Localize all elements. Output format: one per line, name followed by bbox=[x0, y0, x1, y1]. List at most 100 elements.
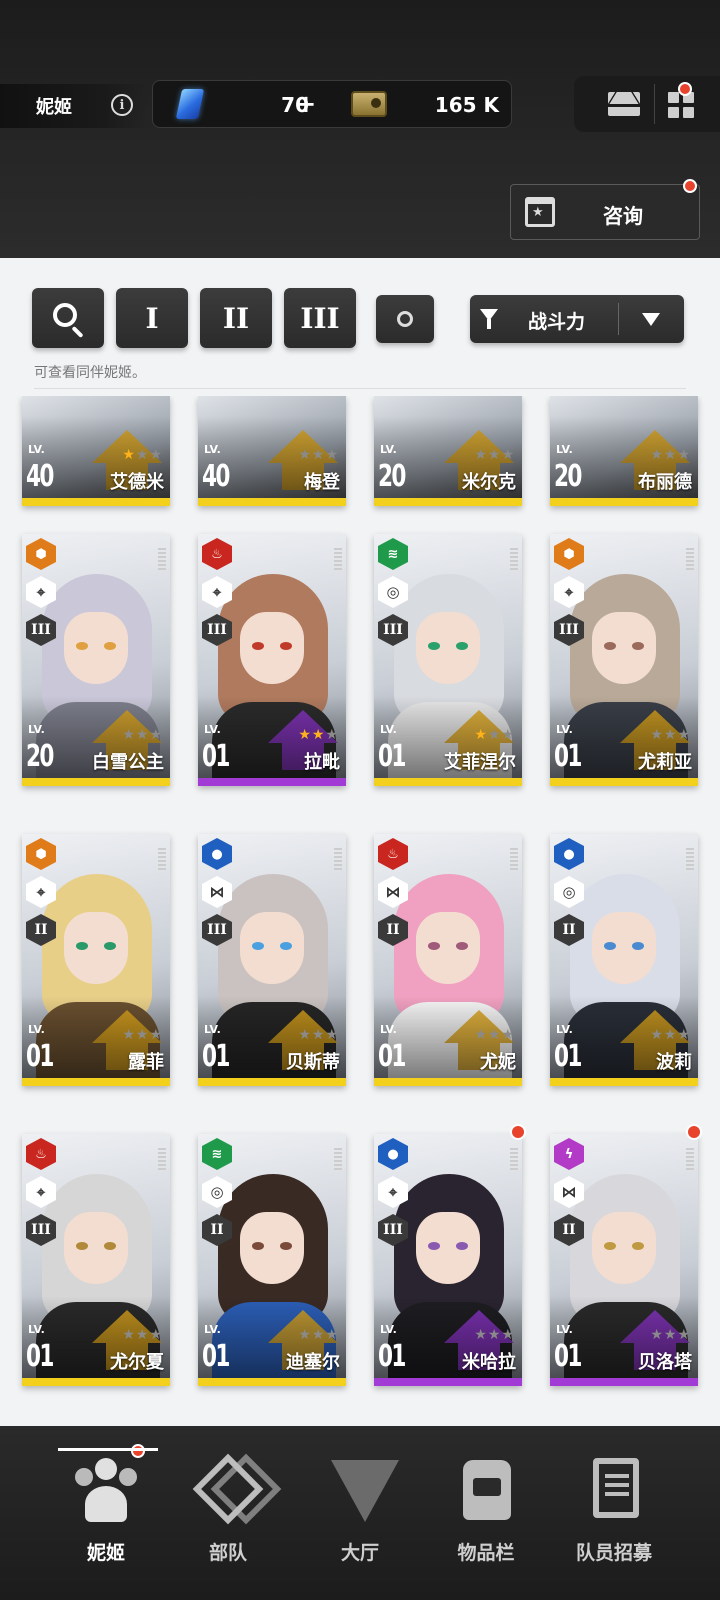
filter-all-button[interactable] bbox=[376, 295, 434, 343]
character-card[interactable]: ⬢ ⌖ III LV. 20 ★ ★ ★ 白雪公主 bbox=[22, 534, 170, 786]
character-badges: ⬢ ⌖ III bbox=[554, 538, 584, 646]
character-name: 艾菲涅尔 bbox=[444, 752, 516, 773]
star-rating: ★ ★ ★ bbox=[122, 1028, 162, 1042]
element-icon: ≋ bbox=[202, 1138, 232, 1170]
star-rating: ★ ★ ★ bbox=[650, 1328, 690, 1342]
currency-bar: 70 + 165 K bbox=[152, 80, 512, 128]
level-label: LV. bbox=[204, 723, 221, 736]
character-badges: ● ⌖ III bbox=[378, 1138, 408, 1246]
rarity-bar bbox=[374, 1378, 522, 1386]
character-card[interactable]: LV. 20 ★ ★ ★ 布丽德 bbox=[550, 396, 698, 506]
rarity-bar bbox=[550, 1378, 698, 1386]
character-card[interactable]: LV. 40 ★ ★ ★ 梅登 bbox=[198, 396, 346, 506]
level-value: 01 bbox=[554, 1339, 582, 1374]
bottom-nav: 妮姬 部队 大厅 物品栏 队员招募 bbox=[0, 1426, 720, 1600]
level-label: LV. bbox=[204, 1023, 221, 1036]
rarity-bar bbox=[550, 1078, 698, 1086]
star-rating: ★ ★ ★ bbox=[298, 1328, 338, 1342]
star-icon: ★ bbox=[501, 1027, 514, 1043]
star-icon: ★ bbox=[663, 727, 677, 743]
filter-burst-3[interactable]: III bbox=[284, 288, 356, 348]
top-header: 妮姬 i 70 + 165 K 咨询 bbox=[0, 0, 720, 258]
level-label: LV. bbox=[380, 443, 397, 456]
new-notification-dot bbox=[686, 1124, 702, 1140]
character-name: 尤尔夏 bbox=[110, 1352, 164, 1373]
character-badges: ≋ ◎ II bbox=[202, 1138, 232, 1246]
nav-lobby[interactable]: 大厅 bbox=[300, 1446, 420, 1586]
character-card[interactable]: ♨ ⋈ II LV. 01 ★ ★ ★ 尤妮 bbox=[374, 834, 522, 1086]
element-icon: ⬢ bbox=[26, 538, 56, 570]
barcode-decoration bbox=[686, 848, 694, 870]
sort-dropdown[interactable]: 战斗力 bbox=[470, 295, 684, 343]
filter-funnel-icon bbox=[480, 309, 498, 329]
burst-badge: II bbox=[26, 914, 56, 946]
star-icon: ★ bbox=[474, 727, 487, 743]
star-rating: ★ ★ ★ bbox=[650, 728, 690, 742]
nav-recruit[interactable]: 队员招募 bbox=[554, 1446, 674, 1586]
level-label: LV. bbox=[556, 723, 573, 736]
star-rating: ★ ★ ★ bbox=[298, 728, 338, 742]
rarity-bar bbox=[198, 1078, 346, 1086]
rarity-bar bbox=[550, 498, 698, 506]
level-value: 20 bbox=[378, 459, 406, 494]
star-icon: ★ bbox=[325, 1027, 338, 1043]
info-icon[interactable]: i bbox=[111, 94, 133, 116]
divider bbox=[654, 84, 655, 124]
character-card[interactable]: ♨ ⌖ III LV. 01 ★ ★ ★ 拉毗 bbox=[198, 534, 346, 786]
character-card[interactable]: ● ⋈ III LV. 01 ★ ★ ★ 贝斯蒂 bbox=[198, 834, 346, 1086]
character-badges: ⬢ ⌖ II bbox=[26, 838, 56, 946]
consult-button[interactable]: 咨询 bbox=[510, 179, 700, 240]
character-card[interactable]: ⬢ ⌖ II LV. 01 ★ ★ ★ 露菲 bbox=[22, 834, 170, 1086]
filter-burst-1[interactable]: I bbox=[116, 288, 188, 348]
rarity-bar bbox=[22, 778, 170, 786]
barcode-decoration bbox=[334, 848, 342, 870]
nav-inventory[interactable]: 物品栏 bbox=[426, 1446, 546, 1586]
star-icon: ★ bbox=[474, 447, 487, 463]
character-grid[interactable]: LV. 40 ★ ★ ★ 艾德米 LV. 40 ★ ★ ★ 梅登 LV. 20 ★ ★ ★ 米尔克 LV. 20 ★ ★ ★… bbox=[0, 396, 720, 1426]
squad-icon bbox=[192, 1453, 282, 1525]
level-value: 01 bbox=[202, 1339, 230, 1374]
level-value: 01 bbox=[554, 1039, 582, 1074]
character-badges: ♨ ⌖ III bbox=[26, 1138, 56, 1246]
weapon-icon: ⌖ bbox=[26, 576, 56, 608]
weapon-icon: ◎ bbox=[378, 576, 408, 608]
menu-grid-icon[interactable] bbox=[668, 92, 694, 118]
character-card[interactable]: LV. 20 ★ ★ ★ 米尔克 bbox=[374, 396, 522, 506]
level-label: LV. bbox=[28, 723, 45, 736]
barcode-decoration bbox=[158, 1148, 166, 1170]
star-icon: ★ bbox=[677, 1327, 690, 1343]
character-badges: ♨ ⋈ II bbox=[378, 838, 408, 946]
star-icon: ★ bbox=[311, 1027, 325, 1043]
character-card[interactable]: ● ◎ II LV. 01 ★ ★ ★ 波莉 bbox=[550, 834, 698, 1086]
star-icon: ★ bbox=[122, 447, 135, 463]
character-card[interactable]: ≋ ◎ III LV. 01 ★ ★ ★ 艾菲涅尔 bbox=[374, 534, 522, 786]
level-value: 01 bbox=[202, 1039, 230, 1074]
character-name: 尤妮 bbox=[480, 1052, 516, 1073]
nav-nikke[interactable]: 妮姬 bbox=[46, 1444, 166, 1586]
character-badges: ϟ ⋈ II bbox=[554, 1138, 584, 1246]
star-rating: ★ ★ ★ bbox=[122, 728, 162, 742]
character-name: 梅登 bbox=[304, 472, 340, 493]
level-value: 01 bbox=[378, 1339, 406, 1374]
character-card[interactable]: LV. 40 ★ ★ ★ 艾德米 bbox=[22, 396, 170, 506]
nav-label: 部队 bbox=[208, 1542, 247, 1564]
weapon-icon: ⌖ bbox=[26, 876, 56, 908]
character-badges: ♨ ⌖ III bbox=[202, 538, 232, 646]
barcode-decoration bbox=[334, 1148, 342, 1170]
weapon-icon: ⌖ bbox=[554, 576, 584, 608]
search-button[interactable] bbox=[32, 288, 104, 348]
character-card[interactable]: ≋ ◎ II LV. 01 ★ ★ ★ 迪塞尔 bbox=[198, 1134, 346, 1386]
gem-plus-button[interactable]: + bbox=[296, 90, 316, 118]
character-card[interactable]: ♨ ⌖ III LV. 01 ★ ★ ★ 尤尔夏 bbox=[22, 1134, 170, 1386]
character-card[interactable]: ⬢ ⌖ III LV. 01 ★ ★ ★ 尤莉亚 bbox=[550, 534, 698, 786]
filter-burst-2[interactable]: II bbox=[200, 288, 272, 348]
star-icon: ★ bbox=[650, 1327, 663, 1343]
nav-squad[interactable]: 部队 bbox=[168, 1446, 288, 1586]
level-label: LV. bbox=[380, 723, 397, 736]
mail-icon[interactable] bbox=[608, 92, 640, 116]
barcode-decoration bbox=[686, 548, 694, 570]
consult-label: 咨询 bbox=[603, 204, 643, 228]
character-card[interactable]: ● ⌖ III LV. 01 ★ ★ ★ 米哈拉 bbox=[374, 1134, 522, 1386]
character-card[interactable]: ϟ ⋈ II LV. 01 ★ ★ ★ 贝洛塔 bbox=[550, 1134, 698, 1386]
weapon-icon: ⌖ bbox=[378, 1176, 408, 1208]
